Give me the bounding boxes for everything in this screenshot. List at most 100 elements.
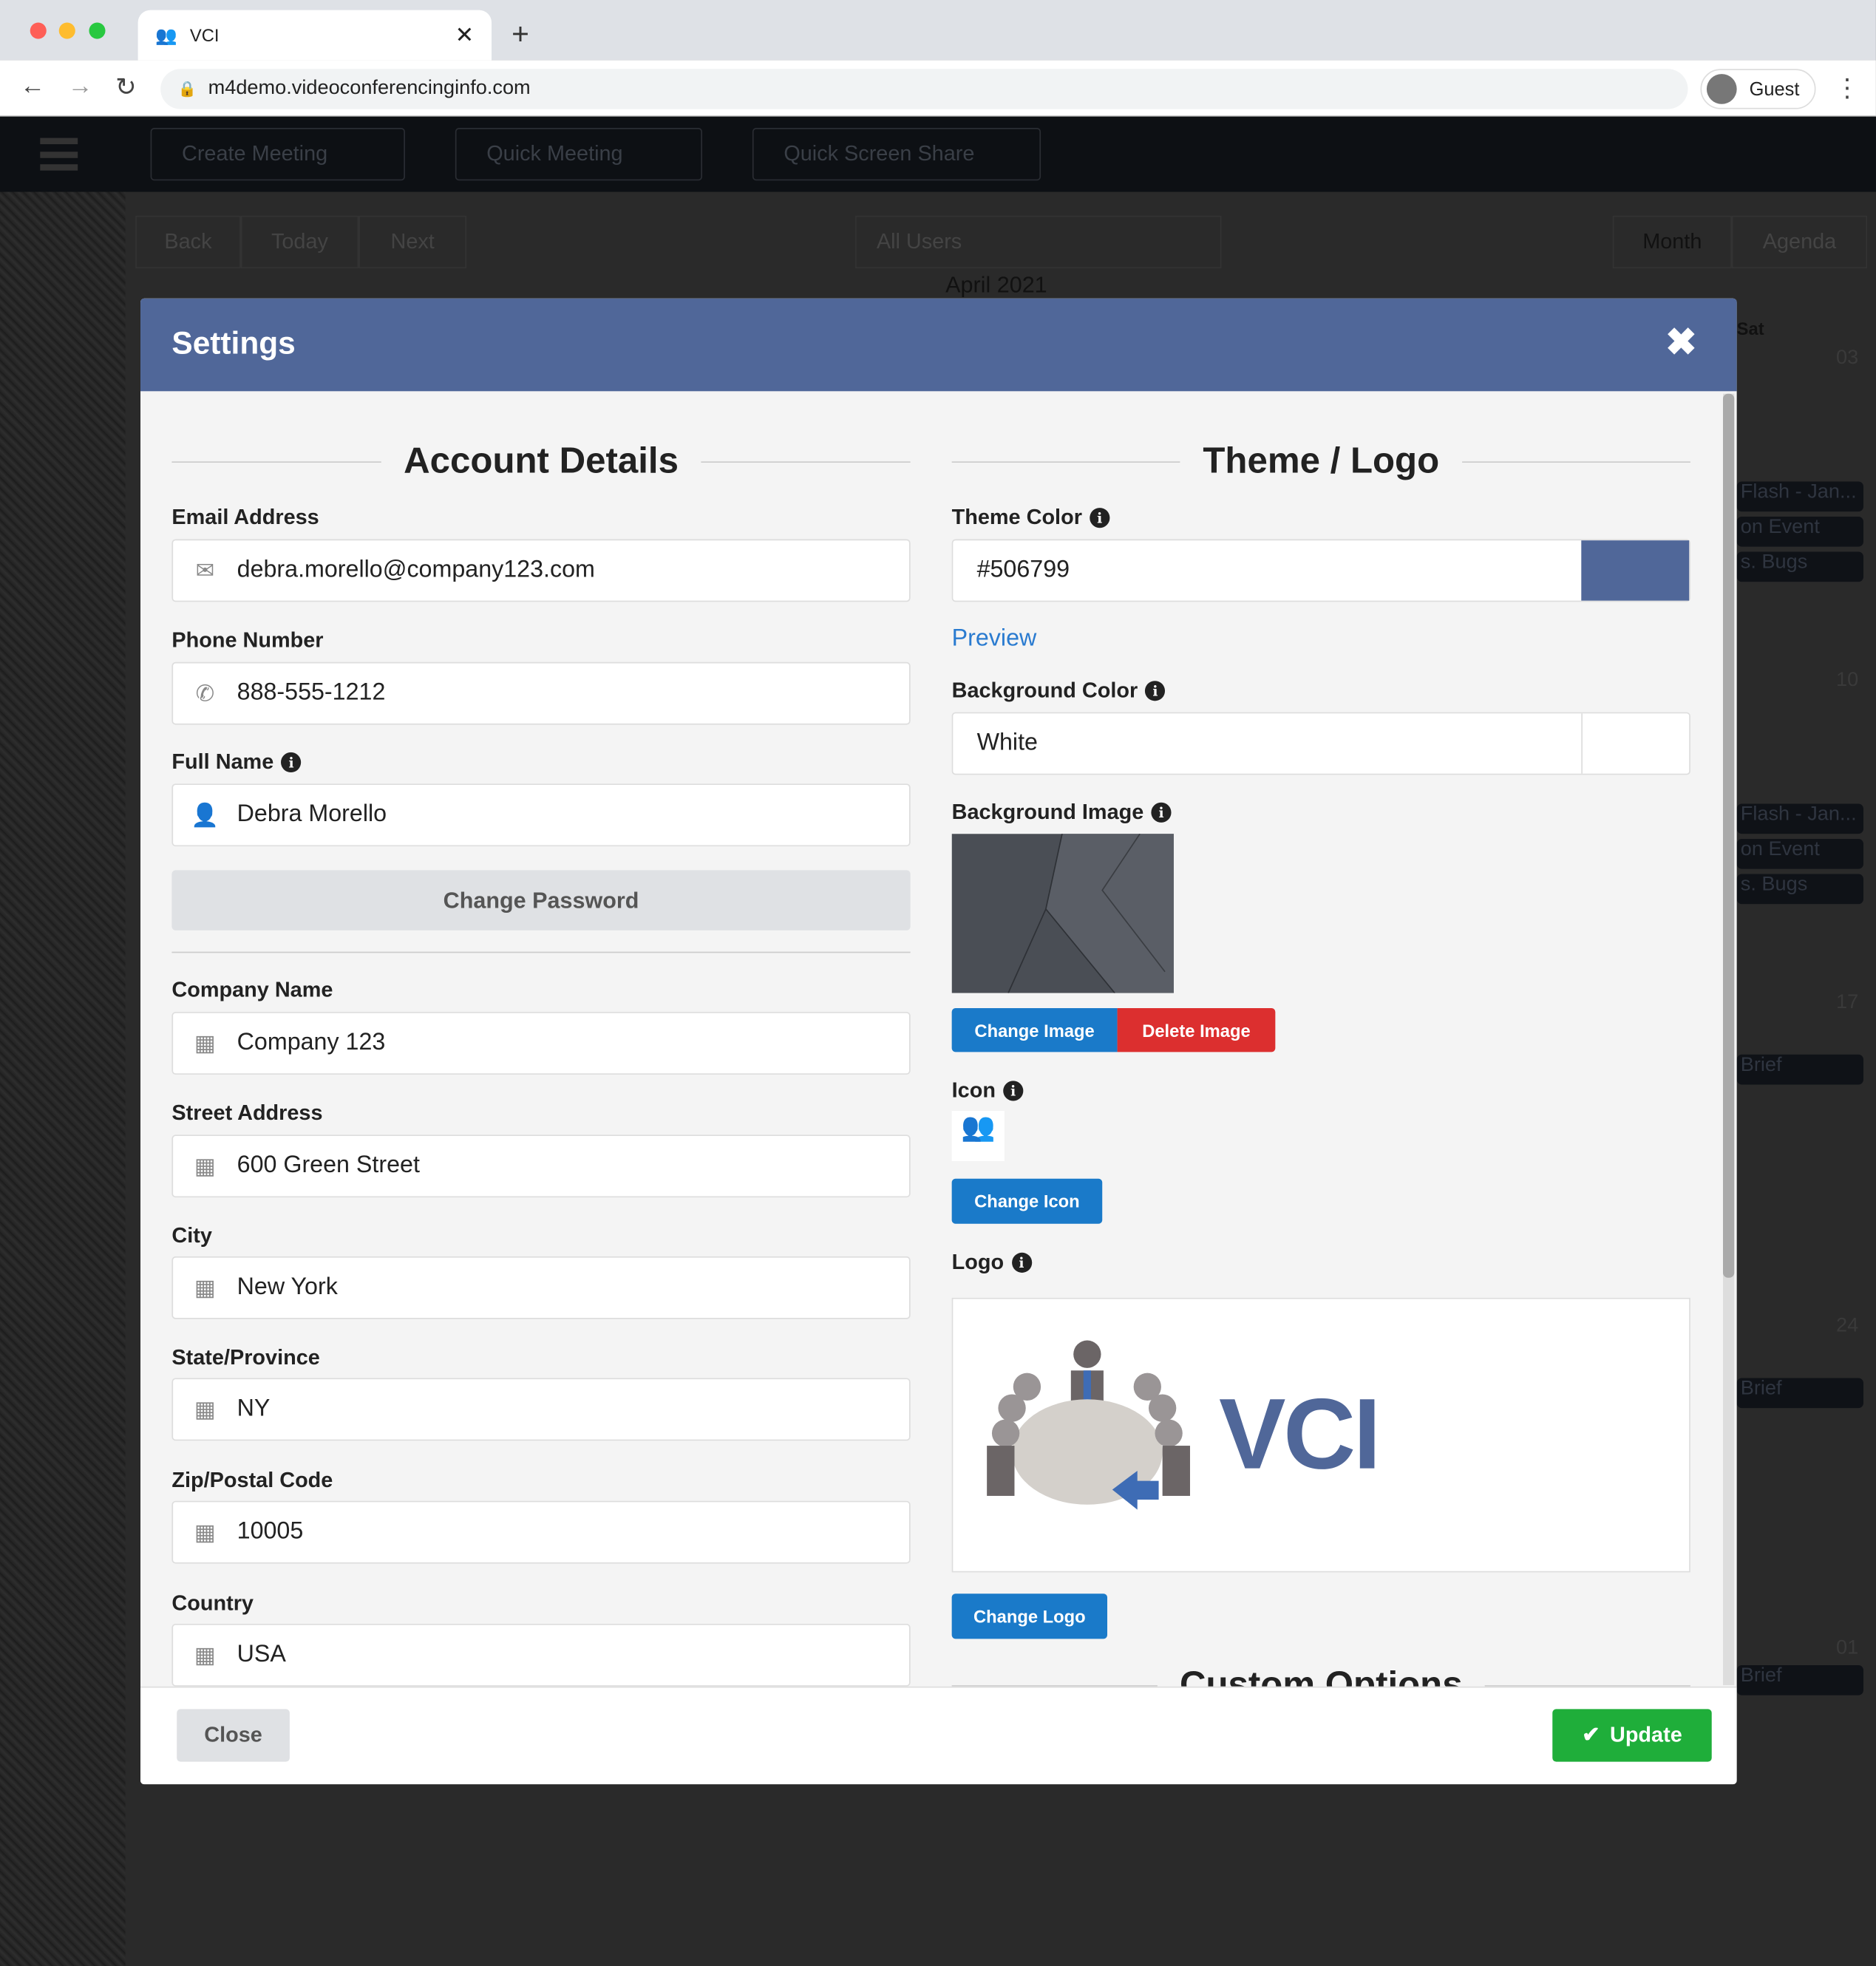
forward-icon[interactable]: → bbox=[68, 72, 93, 101]
building-icon: ▦ bbox=[194, 1519, 216, 1545]
agenda-view-button[interactable]: Agenda bbox=[1731, 215, 1868, 269]
building-icon: ▦ bbox=[194, 1274, 216, 1300]
info-icon[interactable]: i bbox=[1011, 1252, 1032, 1273]
calendar-event[interactable]: Brief bbox=[1736, 1054, 1863, 1085]
calendar-event[interactable]: on Event bbox=[1736, 838, 1863, 869]
city-label: City bbox=[171, 1223, 212, 1248]
update-button[interactable]: ✔ Update bbox=[1552, 1709, 1712, 1762]
url-text: m4demo.videoconferencinginfo.com bbox=[208, 78, 531, 100]
background-image-label: Background Image i bbox=[952, 800, 1172, 825]
menu-icon[interactable]: ⋮ bbox=[1835, 72, 1860, 103]
icon-preview: 👥 bbox=[951, 1111, 1005, 1161]
info-icon[interactable]: i bbox=[1151, 802, 1172, 823]
company-field[interactable]: ▦ Company 123 bbox=[171, 1012, 911, 1075]
phone-label: Phone Number bbox=[171, 627, 324, 653]
close-window-button[interactable] bbox=[30, 22, 47, 39]
change-image-button[interactable]: Change Image bbox=[951, 1007, 1118, 1052]
tab-title: VCI bbox=[189, 24, 220, 46]
email-label: Email Address bbox=[171, 505, 319, 529]
street-field[interactable]: ▦ 600 Green Street bbox=[171, 1135, 911, 1198]
browser-tab[interactable]: 👥 VCI ✕ bbox=[137, 10, 492, 61]
full-name-field[interactable]: 👤 Debra Morello bbox=[171, 783, 911, 847]
info-icon[interactable]: i bbox=[281, 752, 302, 773]
background-color-label: Background Color i bbox=[952, 678, 1166, 704]
lock-icon: 🔒 bbox=[177, 80, 197, 98]
profile-name: Guest bbox=[1749, 78, 1800, 100]
modal-title: Settings bbox=[171, 326, 296, 361]
day-number: 03 bbox=[1836, 347, 1859, 369]
change-icon-button[interactable]: Change Icon bbox=[951, 1178, 1103, 1224]
logo-text: VCI bbox=[1218, 1378, 1381, 1490]
theme-color-field[interactable]: #506799 bbox=[951, 539, 1690, 602]
change-password-button[interactable]: Change Password bbox=[171, 870, 911, 931]
info-icon[interactable]: i bbox=[1145, 681, 1166, 701]
settings-modal: Settings ✖ Account Details Email Address… bbox=[140, 298, 1737, 1785]
info-icon[interactable]: i bbox=[1003, 1081, 1024, 1101]
month-view-button[interactable]: Month bbox=[1612, 215, 1732, 269]
full-name-label: Full Name i bbox=[171, 750, 302, 775]
account-details-heading: Account Details bbox=[171, 436, 911, 486]
quick-meeting-button[interactable]: Quick Meeting bbox=[455, 128, 703, 181]
hamburger-icon[interactable] bbox=[40, 137, 78, 171]
building-icon: ▦ bbox=[194, 1642, 216, 1667]
close-icon[interactable]: ✖ bbox=[1665, 321, 1697, 364]
check-icon: ✔ bbox=[1582, 1722, 1600, 1747]
city-field[interactable]: ▦ New York bbox=[171, 1256, 911, 1319]
background-color-field[interactable]: White bbox=[951, 712, 1690, 775]
calendar-event[interactable]: Flash - Jan... bbox=[1736, 803, 1863, 834]
state-label: State/Province bbox=[171, 1345, 320, 1370]
modal-header bbox=[140, 298, 1737, 392]
sidebar bbox=[0, 191, 126, 1966]
close-button[interactable]: Close bbox=[177, 1709, 290, 1762]
zip-field[interactable]: ▦ 10005 bbox=[171, 1500, 911, 1564]
quick-screen-share-button[interactable]: Quick Screen Share bbox=[752, 128, 1041, 181]
theme-color-swatch[interactable] bbox=[1581, 540, 1690, 601]
month-title: April 2021 bbox=[945, 272, 1047, 298]
envelope-icon: ✉ bbox=[195, 557, 215, 583]
preview-link[interactable]: Preview bbox=[952, 626, 1037, 653]
scrollbar-thumb[interactable] bbox=[1722, 393, 1735, 1278]
calendar-event[interactable]: s. Bugs bbox=[1736, 551, 1863, 582]
email-field[interactable]: ✉ debra.morello@company123.com bbox=[171, 539, 911, 602]
icon-label: Icon i bbox=[952, 1078, 1024, 1103]
building-icon: ▦ bbox=[194, 1030, 216, 1055]
close-tab-icon[interactable]: ✕ bbox=[455, 22, 475, 49]
user-filter-select[interactable]: All Users bbox=[855, 215, 1222, 269]
day-number: 24 bbox=[1836, 1315, 1859, 1337]
calendar-event[interactable]: Brief bbox=[1736, 1378, 1863, 1409]
background-image-thumbnail bbox=[951, 834, 1174, 993]
avatar-icon bbox=[1706, 74, 1737, 104]
delete-image-button[interactable]: Delete Image bbox=[1117, 1007, 1276, 1052]
profile-button[interactable]: Guest bbox=[1700, 69, 1816, 109]
phone-field[interactable]: ✆ 888-555-1212 bbox=[171, 661, 911, 725]
country-field[interactable]: ▦ USA bbox=[171, 1623, 911, 1687]
today-button[interactable]: Today bbox=[240, 215, 359, 269]
day-number: 01 bbox=[1836, 1637, 1859, 1659]
calendar-event[interactable]: Flash - Jan... bbox=[1736, 481, 1863, 512]
next-button[interactable]: Next bbox=[358, 215, 467, 269]
favicon-icon: 👥 bbox=[155, 24, 177, 45]
calendar-event[interactable]: s. Bugs bbox=[1736, 874, 1863, 905]
state-field[interactable]: ▦ NY bbox=[171, 1378, 911, 1441]
calendar-event[interactable]: Brief bbox=[1736, 1664, 1863, 1695]
reload-icon[interactable]: ↻ bbox=[115, 72, 136, 103]
back-icon[interactable]: ← bbox=[20, 72, 45, 101]
background-color-swatch[interactable] bbox=[1581, 713, 1583, 774]
new-tab-icon[interactable]: + bbox=[512, 18, 529, 53]
change-logo-button[interactable]: Change Logo bbox=[951, 1593, 1108, 1639]
url-input[interactable]: 🔒 m4demo.videoconferencinginfo.com bbox=[160, 69, 1688, 109]
maximize-window-button[interactable] bbox=[89, 22, 106, 39]
info-icon[interactable]: i bbox=[1090, 508, 1110, 528]
day-number: 10 bbox=[1836, 669, 1859, 691]
street-label: Street Address bbox=[171, 1101, 323, 1125]
day-number: 17 bbox=[1836, 991, 1859, 1013]
minimize-window-button[interactable] bbox=[58, 22, 75, 39]
day-header: Sat bbox=[1736, 318, 1764, 339]
building-icon: ▦ bbox=[194, 1396, 216, 1421]
zip-label: Zip/Postal Code bbox=[171, 1468, 333, 1492]
logo-label: Logo i bbox=[952, 1250, 1032, 1275]
back-button[interactable]: Back bbox=[135, 215, 241, 269]
create-meeting-button[interactable]: Create Meeting bbox=[150, 128, 405, 181]
divider bbox=[171, 951, 911, 953]
calendar-event[interactable]: on Event bbox=[1736, 516, 1863, 547]
